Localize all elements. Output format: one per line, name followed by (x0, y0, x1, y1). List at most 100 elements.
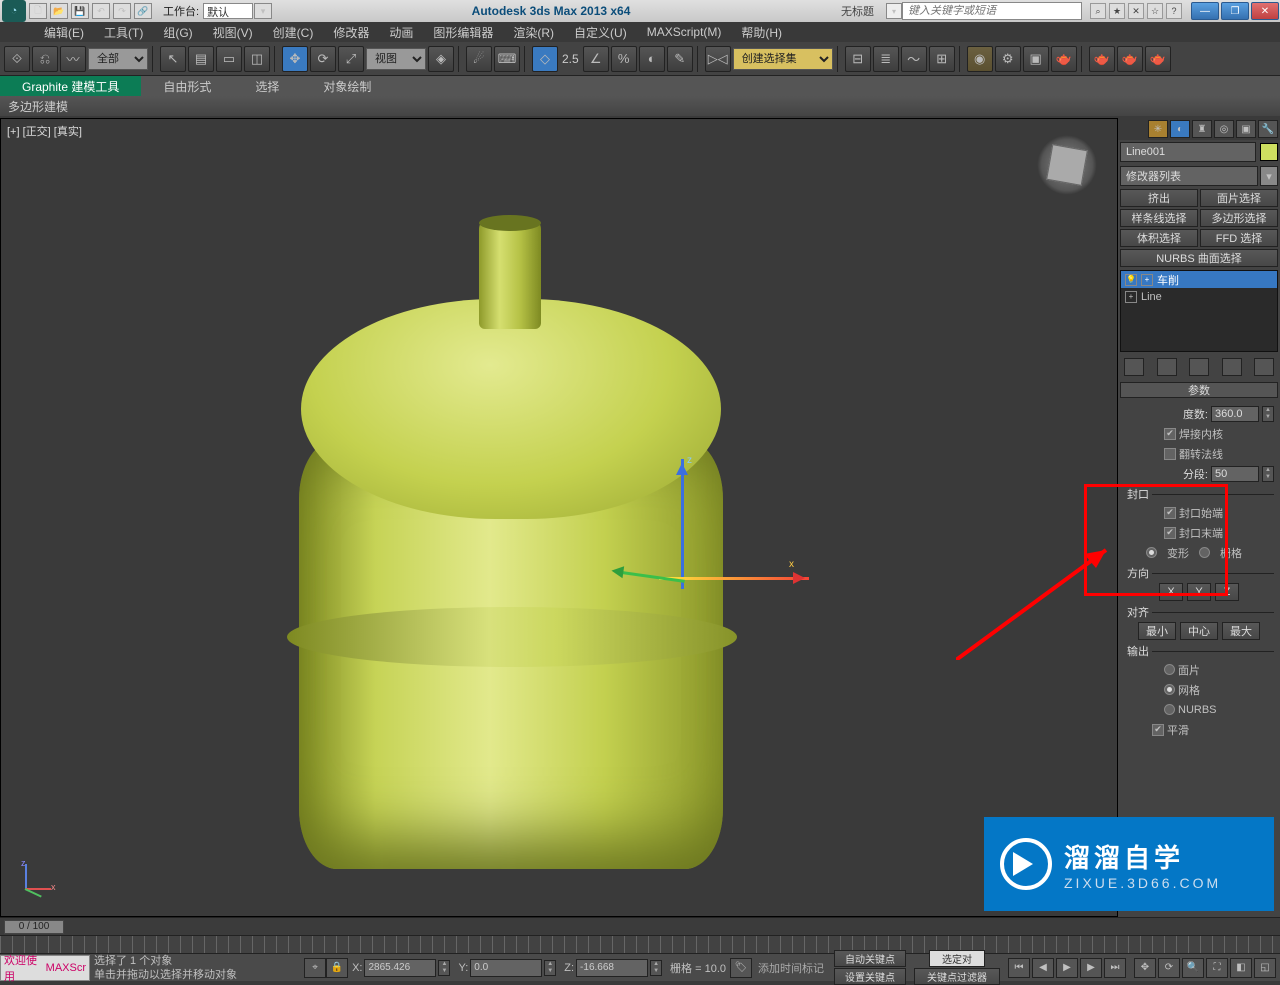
rollout-parameters-header[interactable]: 参数 (1120, 382, 1278, 398)
spinner-degrees-buttons[interactable]: ▲▼ (1262, 406, 1274, 422)
radio-mesh[interactable] (1164, 684, 1175, 695)
pan-view-icon[interactable]: ✥ (1134, 958, 1156, 978)
viewport-label[interactable]: [+] [正交] [真实] (7, 123, 82, 139)
menu-group[interactable]: 组(G) (153, 22, 202, 43)
expand-icon[interactable]: + (1141, 274, 1153, 286)
percent-snap-icon[interactable]: % (611, 46, 637, 72)
favorites-icon[interactable]: ☆ (1147, 3, 1163, 19)
edit-named-sel-icon[interactable]: ✎ (667, 46, 693, 72)
mirror-icon[interactable]: ▷◁ (705, 46, 731, 72)
redo-icon[interactable]: ↷ (113, 3, 131, 19)
pin-stack-icon[interactable] (1124, 358, 1144, 376)
display-panel-icon[interactable]: ▣ (1236, 120, 1256, 138)
layers-icon[interactable]: ≣ (873, 46, 899, 72)
viewport[interactable]: [+] [正交] [真实] z x z x (0, 118, 1118, 917)
select-link-icon[interactable]: ⟐ (4, 46, 30, 72)
restore-button[interactable]: ❐ (1221, 2, 1249, 20)
chk-cap-end[interactable]: ✔ (1164, 527, 1176, 539)
view-cube[interactable] (1037, 135, 1097, 195)
chk-smooth[interactable]: ✔ (1152, 724, 1164, 736)
zoom-extents-icon[interactable]: ⛶ (1206, 958, 1228, 978)
select-region-rect-icon[interactable]: ▭ (216, 46, 242, 72)
bind-spacewarp-icon[interactable]: 〰 (60, 46, 86, 72)
recent-docs-icon[interactable]: ▾ (886, 3, 902, 19)
chk-cap-start[interactable]: ✔ (1164, 507, 1176, 519)
render-last-icon[interactable]: 🫖 (1145, 46, 1171, 72)
unlink-icon[interactable]: ⎌ (32, 46, 58, 72)
snap-toggle-icon[interactable]: ◇ (532, 46, 558, 72)
add-time-tag-label[interactable]: 添加时间标记 (752, 960, 830, 976)
gizmo-z-axis[interactable] (681, 459, 684, 589)
menu-modifiers[interactable]: 修改器 (323, 22, 379, 43)
spinner-segments[interactable]: 50 (1211, 466, 1259, 482)
menu-graph[interactable]: 图形编辑器 (423, 22, 503, 43)
coord-z-spinner[interactable]: ▲▼ (650, 960, 662, 976)
keyboard-shortcut-icon[interactable]: ⌨ (494, 46, 520, 72)
btn-spline-select[interactable]: 样条线选择 (1120, 209, 1198, 227)
window-crossing-icon[interactable]: ◫ (244, 46, 270, 72)
prev-frame-icon[interactable]: ◀ (1032, 958, 1054, 978)
modifier-stack[interactable]: 💡 + 车削 + Line (1120, 270, 1278, 352)
infocenter-icon[interactable]: ⌕ (1090, 3, 1106, 19)
chk-weld-core[interactable]: ✔ (1164, 428, 1176, 440)
time-slider-thumb[interactable]: 0 / 100 (4, 920, 64, 934)
setkey-button[interactable]: 设置关键点 (834, 968, 906, 985)
maximize-viewport-icon[interactable]: ◱ (1254, 958, 1276, 978)
lock-icon[interactable]: 🔒 (326, 958, 348, 978)
modify-panel-icon[interactable]: ◐ (1170, 120, 1190, 138)
btn-nurbs-select[interactable]: NURBS 曲面选择 (1120, 249, 1278, 267)
time-slider[interactable]: 0 / 100 (0, 917, 1280, 935)
open-icon[interactable]: 📂 (50, 3, 68, 19)
named-selection-dropdown[interactable]: 创建选择集 (733, 48, 833, 70)
btn-ffd-select[interactable]: FFD 选择 (1200, 229, 1278, 247)
pivot-center-icon[interactable]: ◈ (428, 46, 454, 72)
arc-rotate-icon[interactable]: ⟳ (1158, 958, 1180, 978)
menu-edit[interactable]: 编辑(E) (34, 22, 94, 43)
spinner-segments-buttons[interactable]: ▲▼ (1262, 466, 1274, 482)
motion-panel-icon[interactable]: ◎ (1214, 120, 1234, 138)
close-button[interactable]: ✕ (1251, 2, 1279, 20)
curve-editor-icon[interactable]: 〜 (901, 46, 927, 72)
select-scale-icon[interactable]: ⤢ (338, 46, 364, 72)
material-editor-icon[interactable]: ◉ (967, 46, 993, 72)
selection-lock-icon[interactable]: ⌖ (304, 958, 326, 978)
autokey-button[interactable]: 自动关键点 (834, 950, 906, 967)
radio-morph[interactable] (1146, 547, 1157, 558)
track-bar[interactable] (0, 935, 1280, 953)
play-icon[interactable]: ▶ (1056, 958, 1078, 978)
object-name-field[interactable]: Line001 (1120, 142, 1256, 162)
tab-selection[interactable]: 选择 (233, 76, 301, 96)
align-icon[interactable]: ⊟ (845, 46, 871, 72)
menu-tools[interactable]: 工具(T) (94, 22, 153, 43)
btn-volume-select[interactable]: 体积选择 (1120, 229, 1198, 247)
new-icon[interactable]: 🗋 (29, 3, 47, 19)
menu-maxscript[interactable]: MAXScript(M) (637, 23, 732, 41)
help-icon[interactable]: ? (1166, 3, 1182, 19)
radio-patch[interactable] (1164, 664, 1175, 675)
btn-dir-y[interactable]: Y (1187, 583, 1211, 601)
key-filters-button[interactable]: 关键点过滤器 (914, 968, 1000, 985)
select-rotate-icon[interactable]: ⟳ (310, 46, 336, 72)
spinner-degrees[interactable]: 360.0 (1211, 406, 1259, 422)
select-object-icon[interactable]: ↖ (160, 46, 186, 72)
zoom-icon[interactable]: 🔍 (1182, 958, 1204, 978)
btn-extrude[interactable]: 挤出 (1120, 189, 1198, 207)
add-time-tag-icon[interactable]: 🏷 (730, 958, 752, 978)
select-move-icon[interactable]: ✥ (282, 46, 308, 72)
spinner-snap-icon[interactable]: ◐ (639, 46, 665, 72)
tab-freeform[interactable]: 自由形式 (141, 76, 233, 96)
app-menu-icon[interactable]: ◔ (2, 0, 26, 22)
render-production-icon[interactable]: 🫖 (1051, 46, 1077, 72)
selset-dropdown[interactable]: 选定对 (929, 950, 985, 967)
tab-object-paint[interactable]: 对象绘制 (301, 76, 393, 96)
save-icon[interactable]: 💾 (71, 3, 89, 19)
rendered-frame-icon[interactable]: ▣ (1023, 46, 1049, 72)
show-end-result-icon[interactable] (1157, 358, 1177, 376)
expand-icon[interactable]: + (1125, 291, 1137, 303)
configure-sets-icon[interactable] (1254, 358, 1274, 376)
make-unique-icon[interactable] (1189, 358, 1209, 376)
menu-animation[interactable]: 动画 (379, 22, 423, 43)
chk-flip-normals[interactable] (1164, 448, 1176, 460)
btn-patch-select[interactable]: 面片选择 (1200, 189, 1278, 207)
workspace-dropdown[interactable]: 默认 (203, 3, 253, 19)
